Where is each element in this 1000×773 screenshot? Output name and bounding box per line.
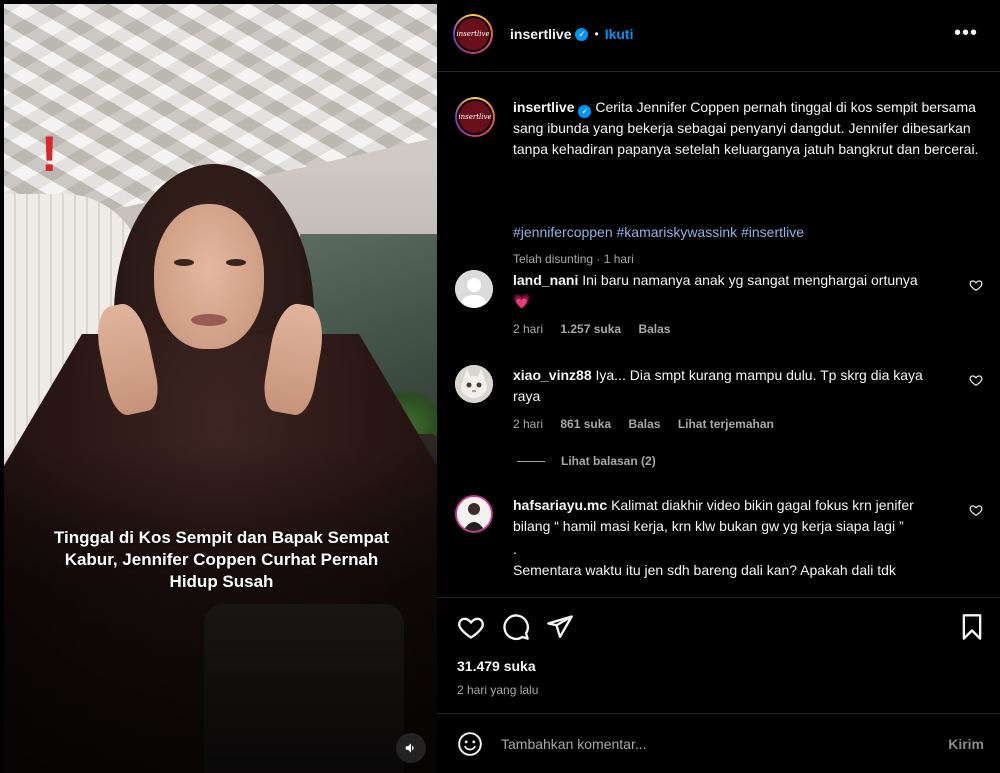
video-headline: Tinggal di Kos Sempit dan Bapak Sempat K… bbox=[53, 528, 390, 591]
more-options-icon[interactable]: ••• bbox=[954, 22, 978, 45]
caption-username[interactable]: insertlive bbox=[513, 99, 574, 115]
comment-time[interactable]: 2 hari bbox=[513, 322, 543, 336]
caption-avatar[interactable]: insertlive bbox=[455, 97, 495, 137]
comment-likes[interactable]: 1.257 suka bbox=[560, 322, 621, 336]
person-face bbox=[154, 204, 264, 349]
bookmark-icon[interactable] bbox=[958, 613, 986, 641]
video-shade bbox=[4, 444, 437, 773]
send-comment-button[interactable]: Kirim bbox=[948, 736, 984, 752]
comment-avatar[interactable] bbox=[455, 270, 493, 308]
portrait-avatar-icon bbox=[457, 497, 491, 531]
edited-label: Telah disunting bbox=[513, 252, 594, 266]
account-avatar-logo: insertlive bbox=[455, 16, 491, 52]
replies-divider bbox=[517, 460, 545, 462]
verified-badge-icon: ✓ bbox=[575, 27, 589, 41]
follow-button[interactable]: Ikuti bbox=[605, 26, 634, 42]
view-replies-label: Lihat balasan (2) bbox=[561, 454, 656, 468]
reply-button[interactable]: Balas bbox=[628, 417, 660, 431]
post-header: insertlive insertlive ✓ • Ikuti ••• bbox=[437, 0, 1000, 72]
comment-input[interactable] bbox=[501, 732, 921, 756]
comment-meta: 2 hari 1.257 suka Balas bbox=[513, 322, 684, 336]
caption-body: insertlive ✓ Cerita Jennifer Coppen perna… bbox=[513, 97, 983, 160]
person-lips bbox=[191, 314, 227, 326]
account-avatar[interactable]: insertlive bbox=[453, 14, 493, 54]
post-actions: 31.479 suka 2 hari yang lalu bbox=[437, 597, 1000, 713]
like-comment-heart-icon[interactable] bbox=[969, 503, 983, 517]
likes-count[interactable]: 31.479 suka bbox=[457, 658, 536, 674]
comment-text-dot: . bbox=[513, 541, 517, 557]
speaker-icon bbox=[405, 743, 414, 753]
like-comment-heart-icon[interactable] bbox=[969, 278, 983, 292]
comments-list[interactable]: insertlive insertlive ✓ Cerita Jennifer C… bbox=[437, 73, 1000, 597]
comment-bubble-icon[interactable] bbox=[502, 613, 530, 641]
person-eye-left bbox=[174, 259, 194, 266]
translate-button[interactable]: Lihat terjemahan bbox=[678, 417, 774, 431]
separator-dot: • bbox=[594, 27, 599, 41]
comment-body: xiao_vinz88 Iya... Dia smpt kurang mampu… bbox=[513, 365, 933, 407]
header-account-line: insertlive ✓ • Ikuti bbox=[510, 26, 633, 42]
like-heart-icon[interactable] bbox=[457, 613, 485, 641]
cat-avatar-icon bbox=[455, 365, 493, 403]
caption-avatar-logo: insertlive bbox=[457, 99, 493, 135]
caption-meta: Telah disunting · 1 hari bbox=[513, 252, 634, 266]
header-username[interactable]: insertlive bbox=[510, 26, 571, 42]
caption-hashtags[interactable]: #jennifercoppen #kamariskywassink #inser… bbox=[513, 224, 804, 240]
comment-meta: 2 hari 861 suka Balas Lihat terjemahan bbox=[513, 417, 788, 431]
comment-avatar[interactable] bbox=[455, 365, 493, 403]
alert-mark: ! bbox=[41, 126, 58, 182]
reply-button[interactable]: Balas bbox=[638, 322, 670, 336]
posted-time[interactable]: 2 hari yang lalu bbox=[457, 683, 538, 697]
caption-time[interactable]: 1 hari bbox=[604, 252, 634, 266]
emoji-icon[interactable] bbox=[457, 731, 483, 757]
instagram-post-modal: ! Tinggal di Kos Sempit dan Bapak Sempat… bbox=[0, 0, 1000, 773]
person-eye-right bbox=[226, 259, 246, 266]
comment-avatar[interactable] bbox=[455, 495, 493, 533]
share-send-icon[interactable] bbox=[546, 613, 574, 641]
default-avatar-icon bbox=[455, 270, 493, 308]
comment-text-continued: Sementara waktu itu jen sdh bareng dali … bbox=[513, 562, 896, 578]
verified-badge-icon: ✓ bbox=[578, 105, 592, 118]
view-replies-button[interactable]: Lihat balasan (2) bbox=[517, 454, 656, 468]
comment-likes[interactable]: 861 suka bbox=[560, 417, 611, 431]
comment-username[interactable]: xiao_vinz88 bbox=[513, 367, 592, 383]
sound-toggle-button[interactable] bbox=[396, 733, 426, 763]
like-comment-heart-icon[interactable] bbox=[969, 373, 983, 387]
comment-time[interactable]: 2 hari bbox=[513, 417, 543, 431]
comment-composer: Kirim bbox=[437, 713, 1000, 773]
comment-body: hafsariayu.mc Kalimat diakhir video biki… bbox=[513, 495, 933, 581]
comment-username[interactable]: hafsariayu.mc bbox=[513, 497, 607, 513]
comment-body: land_nani Ini baru namanya anak yg sanga… bbox=[513, 270, 933, 312]
post-details-panel: insertlive insertlive ✓ • Ikuti ••• inse… bbox=[437, 0, 1000, 773]
comment-username[interactable]: land_nani bbox=[513, 272, 578, 288]
post-video[interactable]: ! Tinggal di Kos Sempit dan Bapak Sempat… bbox=[4, 4, 437, 773]
